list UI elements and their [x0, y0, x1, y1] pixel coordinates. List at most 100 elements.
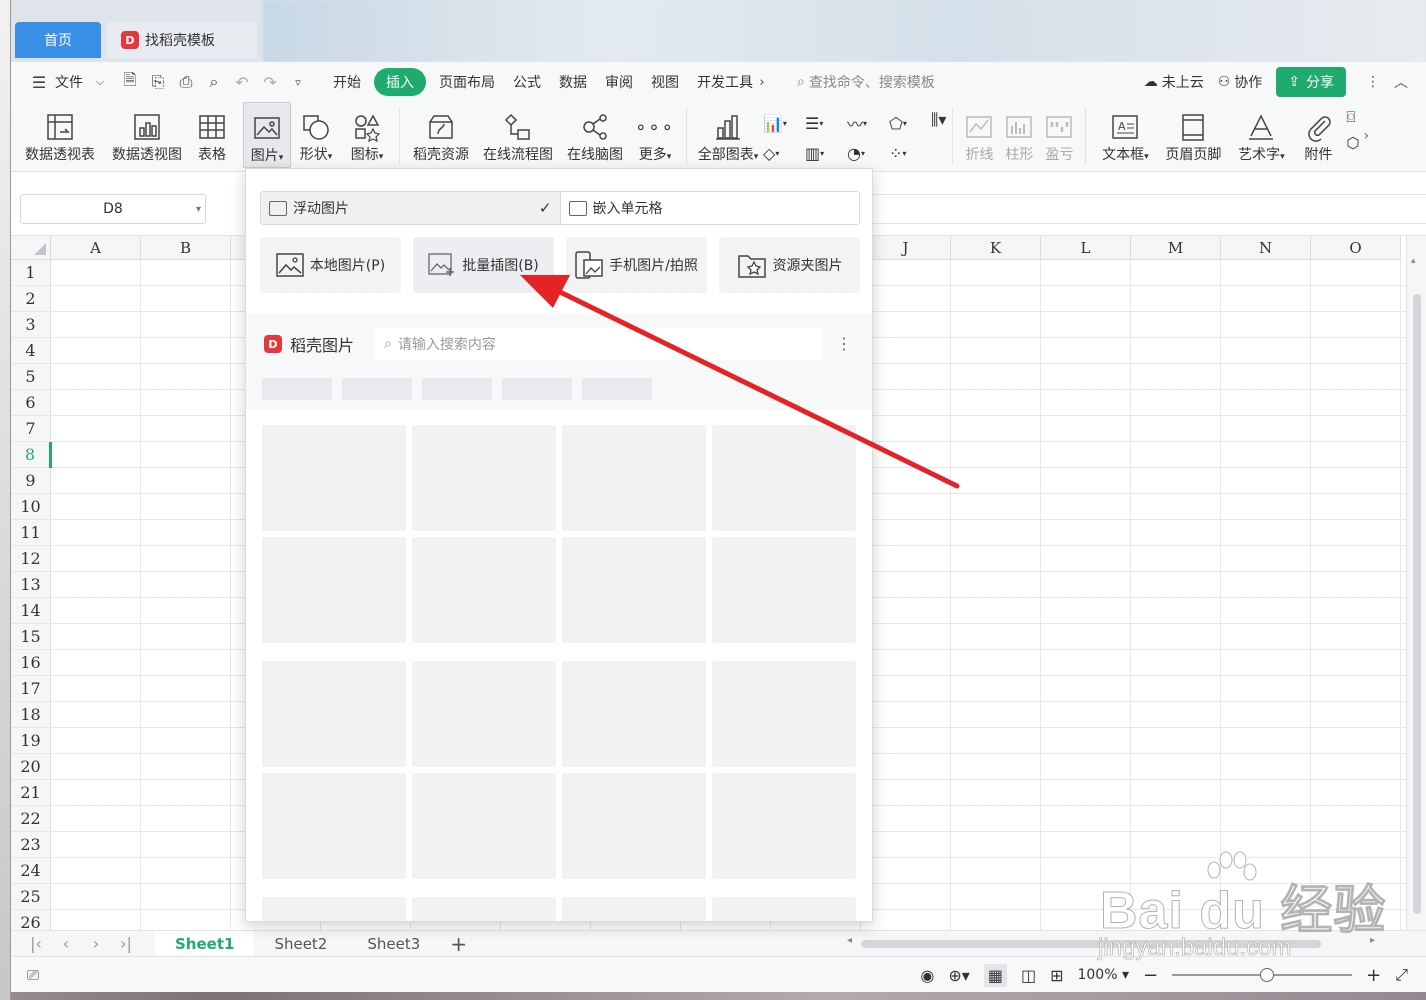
menu-more-chevron-icon[interactable]: › [755, 68, 769, 96]
prev-sheet-icon[interactable]: ‹ [51, 934, 81, 953]
column-chart-icon[interactable]: 📊 ▾ [763, 108, 805, 138]
row-header-22[interactable]: 22 [11, 806, 51, 832]
picture-thumbnail-placeholder[interactable] [262, 773, 406, 879]
column-header-l[interactable]: L [1041, 236, 1131, 260]
command-search[interactable]: ⌕ 查找命令、搜索模板 [797, 72, 935, 92]
menu-insert[interactable]: 插入 [374, 68, 426, 96]
column-header-b[interactable]: B [141, 236, 231, 260]
radar-chart-icon[interactable]: ⬠ ▾ [889, 108, 931, 138]
picture-thumbnail-placeholder[interactable] [262, 425, 406, 531]
column-header-a[interactable]: A [51, 236, 141, 260]
horizontal-scrollbar[interactable]: ◂ ▸ [841, 935, 1381, 951]
row-header-20[interactable]: 20 [11, 754, 51, 780]
picture-thumbnail-placeholder[interactable] [262, 661, 406, 767]
row-header-5[interactable]: 5 [11, 364, 51, 390]
zoom-in-icon[interactable]: + [1366, 965, 1381, 986]
pie-chart-icon[interactable]: ◔ ▾ [847, 138, 889, 168]
row-header-1[interactable]: 1 [11, 260, 51, 286]
column-header-n[interactable]: N [1221, 236, 1311, 260]
page-break-view-icon[interactable]: ⊞ [1050, 966, 1063, 985]
file-menu[interactable]: 文件 [53, 72, 92, 92]
last-sheet-icon[interactable]: ›| [111, 934, 141, 953]
layout-center-icon[interactable]: ⊕▾ [948, 966, 969, 985]
row-header-24[interactable]: 24 [11, 858, 51, 884]
picture-thumbnail-placeholder[interactable] [412, 773, 556, 879]
combo-chart-icon[interactable]: ▥ ▾ [805, 138, 847, 168]
picture-thumbnail-placeholder[interactable] [562, 537, 706, 643]
menu-review[interactable]: 审阅 [596, 72, 642, 92]
row-header-10[interactable]: 10 [11, 494, 51, 520]
normal-view-icon[interactable]: ▦ [983, 963, 1007, 987]
scroll-up-icon[interactable]: ▴ [1411, 256, 1416, 266]
zoom-slider-knob[interactable] [1259, 968, 1274, 982]
phone-picture-button[interactable]: 手机图片/拍照 [566, 237, 707, 293]
picture-thumbnail-placeholder[interactable] [562, 897, 706, 921]
cloud-status[interactable]: ☁ 未上云 [1144, 72, 1204, 92]
area-chart-icon[interactable]: ◇ ▾ [763, 138, 805, 168]
quick-access-dropdown-icon[interactable]: ▿ [284, 68, 312, 96]
picture-thumbnail-placeholder[interactable] [712, 425, 856, 531]
picture-thumbnail-placeholder[interactable] [562, 425, 706, 531]
row-header-7[interactable]: 7 [11, 416, 51, 442]
column-header-o[interactable]: O [1311, 236, 1401, 260]
print-icon[interactable]: ⎙ [172, 68, 200, 96]
row-header-25[interactable]: 25 [11, 884, 51, 910]
picture-thumbnail-placeholder[interactable] [712, 773, 856, 879]
collapse-ribbon-icon[interactable]: ︿ [1394, 72, 1408, 92]
print-preview-icon[interactable]: ⌕ [200, 68, 228, 96]
row-header-3[interactable]: 3 [11, 312, 51, 338]
tab-home[interactable]: 首页 [15, 22, 101, 58]
picture-thumbnail-placeholder[interactable] [262, 537, 406, 643]
row-header-21[interactable]: 21 [11, 780, 51, 806]
menu-data[interactable]: 数据 [550, 72, 596, 92]
scroll-left-icon[interactable]: ◂ [847, 935, 852, 946]
online-mindmap-button[interactable]: 在线脑图 [560, 102, 630, 168]
sparkline-line-button[interactable]: 折线 [959, 102, 999, 168]
menu-formula[interactable]: 公式 [504, 72, 550, 92]
collaborate-button[interactable]: ⚇ 协作 [1218, 72, 1263, 92]
select-all-corner[interactable] [11, 236, 51, 260]
picture-thumbnail-placeholder[interactable] [262, 897, 406, 921]
column-header-j[interactable]: J [861, 236, 951, 260]
undo-icon[interactable]: ↶ [228, 68, 256, 96]
batch-insert-button[interactable]: 批量插图(B) [413, 237, 554, 293]
more-button[interactable]: ∘∘∘ 更多▾ [630, 102, 680, 168]
chevron-down-icon[interactable]: ⌵ [92, 68, 108, 96]
bar-chart-icon[interactable]: ☰ ▾ [805, 108, 847, 138]
resource-folder-picture-button[interactable]: 资源夹图片 [719, 237, 860, 293]
docer-resource-button[interactable]: 稻壳资源 [406, 102, 476, 168]
fullscreen-icon[interactable]: ⤢ [1395, 965, 1408, 985]
camera-icon[interactable]: ⌼ [1346, 108, 1359, 126]
picture-thumbnail-placeholder[interactable] [412, 537, 556, 643]
row-header-14[interactable]: 14 [11, 598, 51, 624]
zoom-out-icon[interactable]: − [1143, 965, 1158, 986]
row-header-23[interactable]: 23 [11, 832, 51, 858]
line-chart-icon[interactable]: 〰 ▾ [847, 108, 889, 138]
row-header-16[interactable]: 16 [11, 650, 51, 676]
ribbon-scroll-right-icon[interactable]: › [1360, 102, 1370, 144]
name-box[interactable]: D8 ▾ [20, 194, 206, 224]
next-sheet-icon[interactable]: › [81, 934, 111, 953]
column-header-k[interactable]: K [951, 236, 1041, 260]
row-header-18[interactable]: 18 [11, 702, 51, 728]
column-header-m[interactable]: M [1131, 236, 1221, 260]
row-header-6[interactable]: 6 [11, 390, 51, 416]
pivot-chart-button[interactable]: 数据透视图 [109, 102, 185, 168]
row-header-13[interactable]: 13 [11, 572, 51, 598]
header-footer-button[interactable]: 页眉页脚 [1158, 102, 1228, 168]
horizontal-scroll-thumb[interactable] [861, 940, 1321, 948]
scroll-right-icon[interactable]: ▸ [1370, 935, 1375, 946]
sheet-tab-2[interactable]: Sheet2 [254, 931, 347, 957]
tab-docer-templates[interactable]: D 找稻壳模板 [107, 22, 257, 58]
all-charts-button[interactable]: 全部图表▾ [693, 102, 763, 168]
page-layout-view-icon[interactable]: ◫ [1021, 966, 1036, 985]
floating-picture-option[interactable]: 浮动图片 ✓ [261, 192, 561, 224]
zoom-slider[interactable] [1172, 968, 1353, 982]
row-header-4[interactable]: 4 [11, 338, 51, 364]
vertical-scrollbar[interactable]: ▴ [1406, 236, 1426, 930]
stock-chart-icon[interactable]: ⫼▾ [931, 102, 946, 130]
picture-thumbnail-placeholder[interactable] [712, 661, 856, 767]
eye-protection-icon[interactable]: ◉ [920, 966, 934, 985]
picture-button[interactable]: 图片▾ [243, 102, 291, 168]
local-picture-button[interactable]: 本地图片(P) [260, 237, 401, 293]
